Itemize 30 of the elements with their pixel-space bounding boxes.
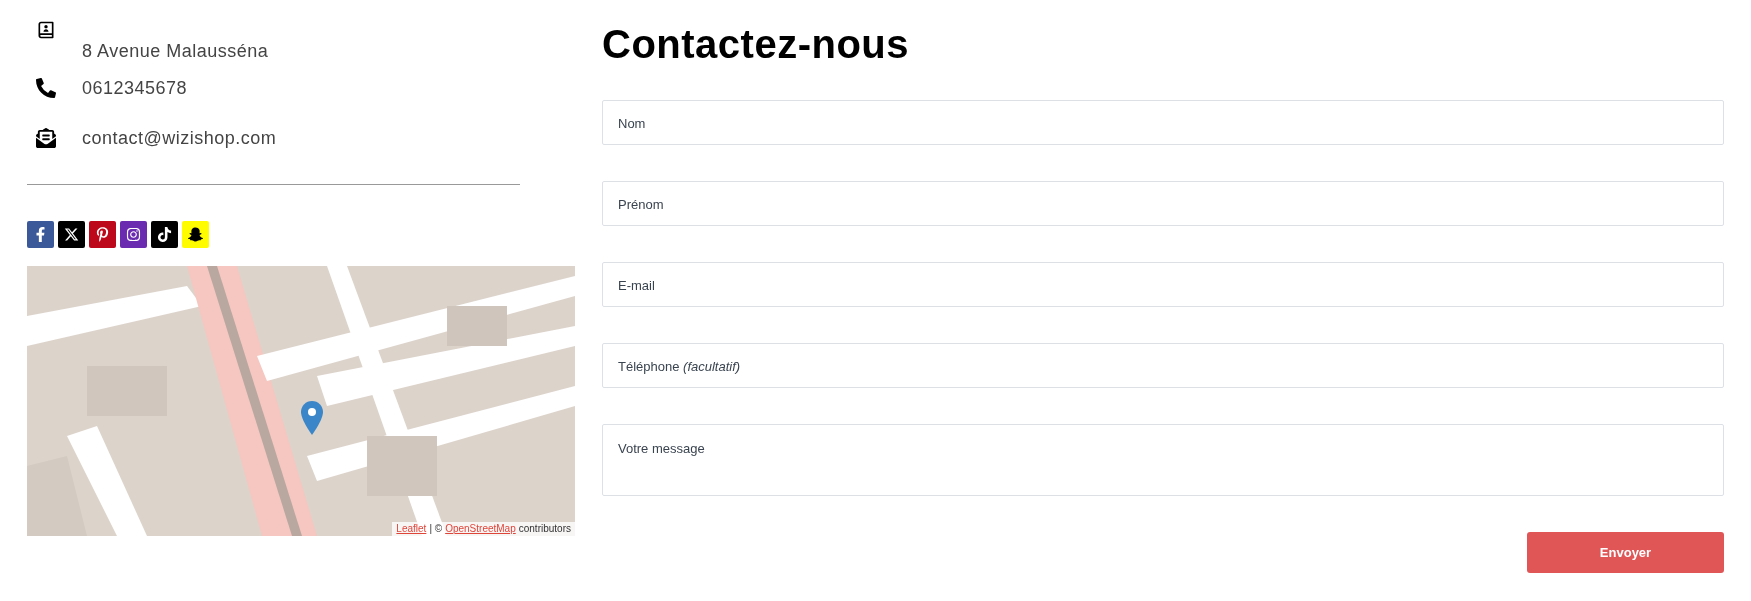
attribution-link[interactable]: OpenStreetMap xyxy=(445,522,516,536)
input-field[interactable]: E-mail xyxy=(602,262,1724,307)
page-title: Contactez-nous xyxy=(602,21,910,68)
message-field[interactable]: Votre message xyxy=(602,424,1724,496)
social-link[interactable] xyxy=(151,221,178,248)
attribution-link[interactable]: Leaflet xyxy=(396,522,427,536)
social-link[interactable] xyxy=(120,221,147,248)
contact-text: 0612345678 xyxy=(82,77,188,100)
attribution-text: contributors xyxy=(518,522,571,536)
input-field[interactable]: Téléphone (facultatif) xyxy=(602,343,1724,388)
attribution-text: | © xyxy=(429,522,443,536)
pinterest-icon xyxy=(95,227,110,242)
input-field[interactable]: Prénom xyxy=(602,181,1724,226)
submit-button[interactable]: Envoyer xyxy=(1527,532,1724,573)
social-link[interactable] xyxy=(27,221,54,248)
envelope-icon xyxy=(36,128,56,148)
instagram-icon xyxy=(126,227,141,242)
contact-card-icon xyxy=(36,20,56,40)
contact-text: 8 Avenue Malausséna xyxy=(82,40,269,63)
map-pin-icon[interactable] xyxy=(301,401,323,435)
phone-icon xyxy=(36,78,56,98)
tiktok-icon xyxy=(157,227,172,242)
social-link[interactable] xyxy=(89,221,116,248)
contact-text: contact@wizishop.com xyxy=(82,127,277,150)
social-link[interactable] xyxy=(58,221,85,248)
facebook-icon xyxy=(33,227,48,242)
snapchat-icon xyxy=(188,227,203,242)
input-field[interactable]: Nom xyxy=(602,100,1724,145)
social-link[interactable] xyxy=(182,221,209,248)
x-icon xyxy=(64,227,79,242)
